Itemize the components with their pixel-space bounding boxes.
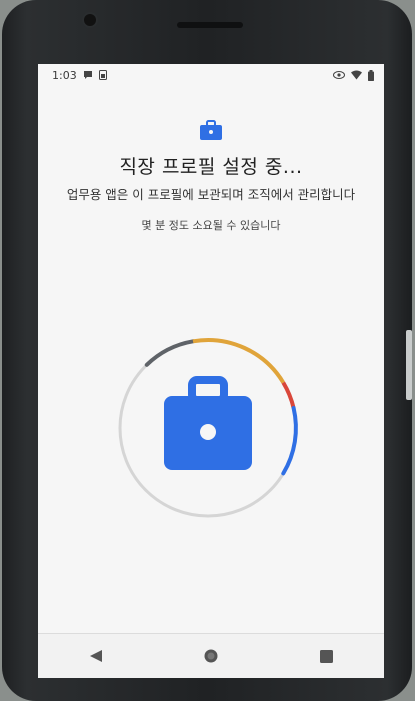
briefcase-icon xyxy=(200,120,222,140)
chat-bubble-icon xyxy=(83,71,92,79)
briefcase-icon xyxy=(164,376,252,470)
duration-note: 몇 분 정도 소요될 수 있습니다 xyxy=(141,219,281,232)
side-button xyxy=(406,330,412,400)
battery-icon xyxy=(368,69,374,81)
earpiece-speaker xyxy=(177,22,243,28)
recents-button[interactable] xyxy=(311,641,341,671)
back-button[interactable] xyxy=(81,641,111,671)
phone-frame: 1:03 직장 프로필 설정 중... 업무용 앱은 이 프로필에 보관되며 조… xyxy=(2,0,412,701)
setup-content: 직장 프로필 설정 중... 업무용 앱은 이 프로필에 보관되며 조직에서 관… xyxy=(38,120,384,233)
progress-indicator xyxy=(108,328,308,528)
eye-icon xyxy=(333,71,345,79)
wifi-icon xyxy=(351,70,362,80)
status-bar: 1:03 xyxy=(38,64,384,86)
page-title: 직장 프로필 설정 중... xyxy=(119,156,303,178)
home-button[interactable] xyxy=(196,641,226,671)
front-camera xyxy=(84,14,96,26)
recents-icon xyxy=(319,649,333,663)
page-subtitle: 업무용 앱은 이 프로필에 보관되며 조직에서 관리합니다 xyxy=(66,187,356,202)
navigation-bar xyxy=(38,633,384,678)
home-icon xyxy=(204,649,218,663)
screen: 1:03 직장 프로필 설정 중... 업무용 앱은 이 프로필에 보관되며 조… xyxy=(38,64,384,678)
sim-icon xyxy=(98,70,107,80)
clock: 1:03 xyxy=(52,68,77,82)
back-icon xyxy=(89,650,102,662)
